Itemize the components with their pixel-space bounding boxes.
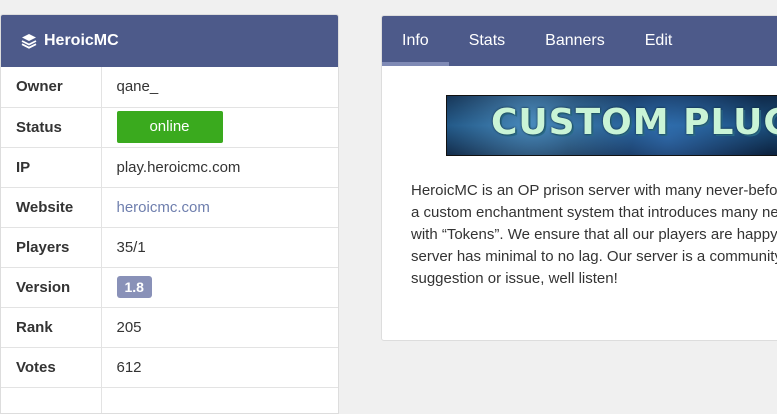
table-row: Status online bbox=[1, 107, 338, 148]
server-info-table: Owner qane_ Status online IP play.heroic… bbox=[1, 67, 338, 413]
table-row: Votes 612 bbox=[1, 347, 338, 388]
status-label: Status bbox=[1, 107, 102, 148]
banner-text: CUSTOM PLUG bbox=[491, 102, 777, 143]
panel-header: HeroicMC bbox=[1, 15, 338, 67]
tab-edit[interactable]: Edit bbox=[625, 16, 693, 66]
table-row: Version 1.8 bbox=[1, 267, 338, 308]
players-label: Players bbox=[1, 227, 102, 268]
rank-value: 205 bbox=[101, 307, 338, 348]
tab-stats[interactable]: Stats bbox=[449, 16, 525, 66]
owner-label: Owner bbox=[1, 67, 102, 108]
table-row: IP play.heroicmc.com bbox=[1, 147, 338, 188]
table-row: Owner qane_ bbox=[1, 67, 338, 108]
votes-value: 612 bbox=[101, 347, 338, 388]
rank-label: Rank bbox=[1, 307, 102, 348]
server-description: HeroicMC is an OP prison server with man… bbox=[411, 182, 777, 287]
server-banner: CUSTOM PLUG bbox=[446, 95, 777, 156]
ip-value[interactable]: play.heroicmc.com bbox=[101, 147, 338, 188]
votes-label: Votes bbox=[1, 347, 102, 388]
owner-value: qane_ bbox=[101, 67, 338, 108]
table-row bbox=[1, 387, 338, 413]
ip-label: IP bbox=[1, 147, 102, 188]
players-value: 35/1 bbox=[101, 227, 338, 268]
website-label: Website bbox=[1, 187, 102, 228]
table-row: Rank 205 bbox=[1, 307, 338, 348]
website-link[interactable]: heroicmc.com bbox=[117, 199, 210, 216]
server-detail-panel: Info Stats Banners Edit CUSTOM PLUG Hero… bbox=[381, 15, 777, 341]
tab-bar: Info Stats Banners Edit bbox=[382, 16, 777, 66]
version-badge: 1.8 bbox=[116, 276, 152, 298]
table-row: Players 35/1 bbox=[1, 227, 338, 268]
server-title: HeroicMC bbox=[44, 32, 119, 49]
table-row: Website heroicmc.com bbox=[1, 187, 338, 228]
server-info-panel: HeroicMC Owner qane_ Status online IP pl… bbox=[0, 14, 339, 414]
tab-info[interactable]: Info bbox=[382, 16, 449, 66]
tab-banners[interactable]: Banners bbox=[525, 16, 625, 66]
layers-icon bbox=[21, 33, 37, 49]
version-label: Version bbox=[1, 267, 102, 308]
status-badge: online bbox=[116, 111, 223, 143]
